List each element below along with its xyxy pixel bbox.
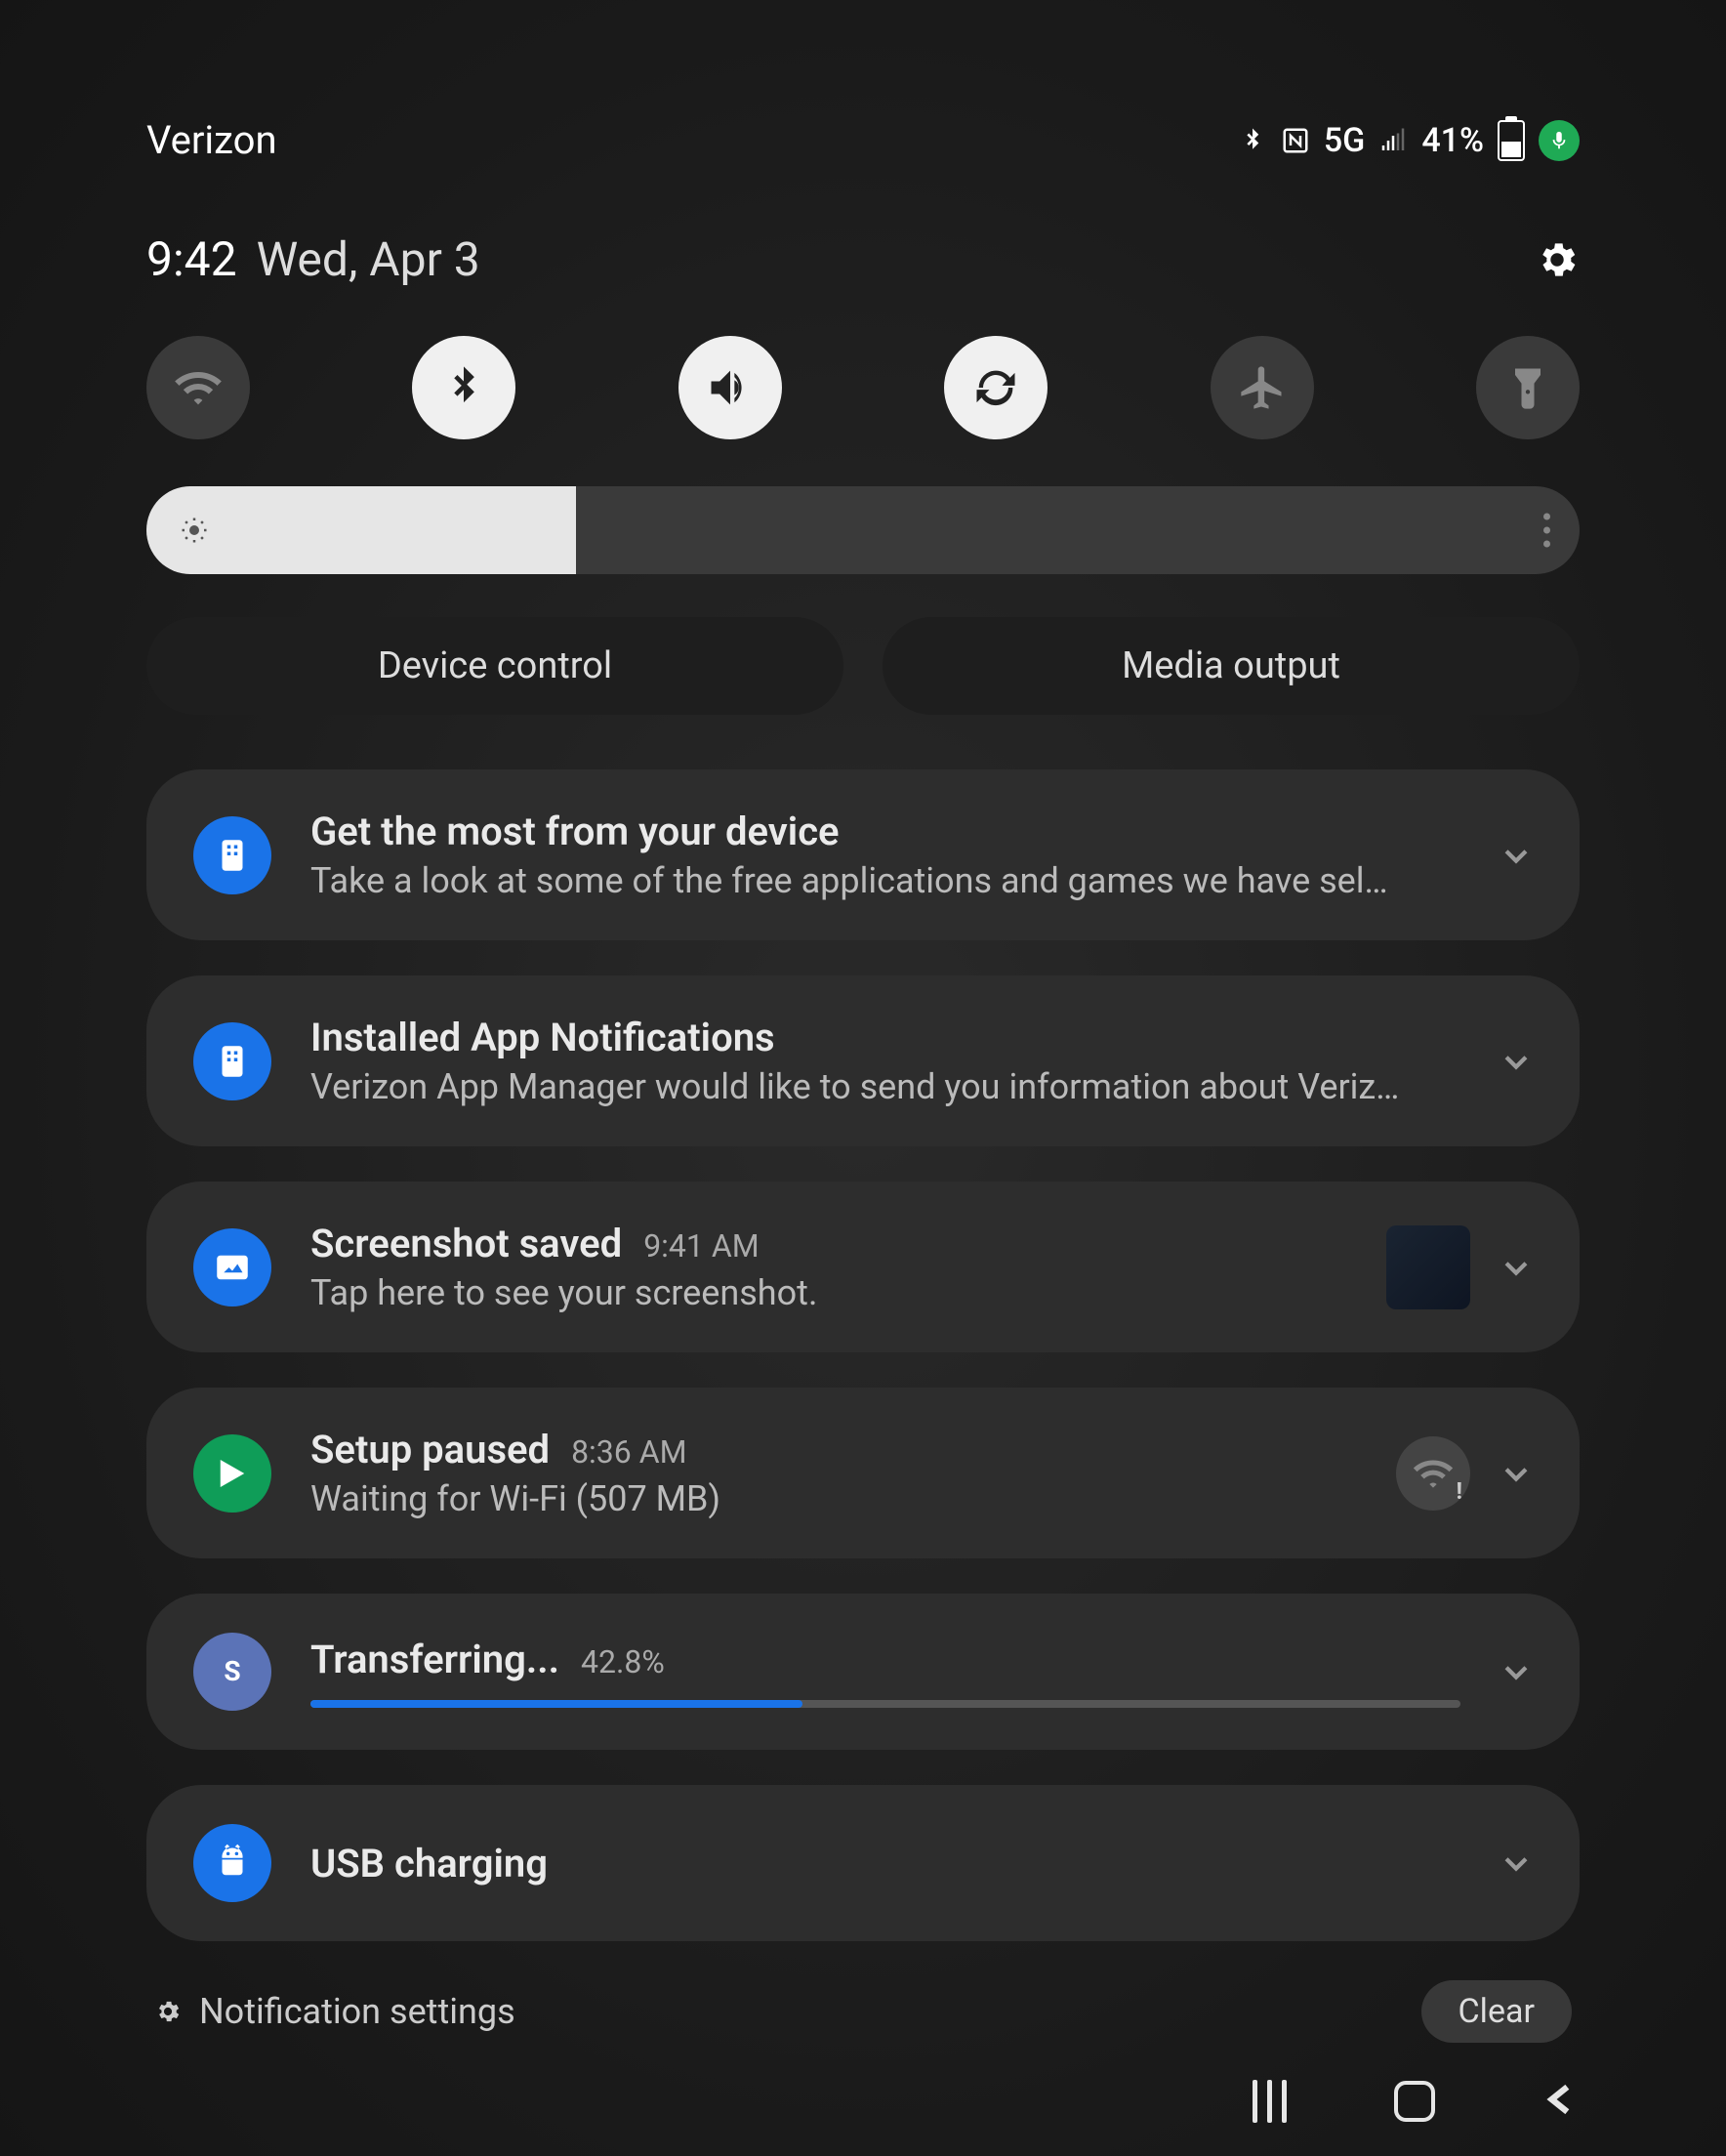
- mic-active-icon: [1539, 120, 1580, 161]
- appgrid-icon: [193, 816, 271, 894]
- notification-item[interactable]: Setup paused 8:36 AM Waiting for Wi-Fi (…: [146, 1388, 1580, 1558]
- chevron-down-icon[interactable]: [1500, 1251, 1533, 1284]
- status-icons: 5G 41%: [1238, 120, 1580, 161]
- quick-toggles: [146, 336, 1580, 439]
- toggle-bluetooth[interactable]: [412, 336, 515, 439]
- device-control-button[interactable]: Device control: [146, 617, 843, 715]
- transfer-progress: [310, 1700, 1460, 1708]
- toggle-sound[interactable]: [678, 336, 782, 439]
- notification-title: Installed App Notifications: [310, 1015, 1460, 1060]
- image-icon: [193, 1228, 271, 1306]
- notification-item[interactable]: Screenshot saved 9:41 AM Tap here to see…: [146, 1182, 1580, 1352]
- notification-desc: Waiting for Wi-Fi (507 MB): [310, 1478, 1357, 1519]
- notification-desc: Verizon App Manager would like to send y…: [310, 1066, 1460, 1107]
- brightness-slider[interactable]: [146, 486, 1580, 574]
- smartswitch-icon: S: [193, 1633, 271, 1711]
- control-buttons: Device control Media output: [146, 617, 1580, 715]
- notification-time: 9:41 AM: [643, 1227, 759, 1265]
- notification-title: USB charging: [310, 1841, 1460, 1886]
- notification-desc: Tap here to see your screenshot.: [310, 1272, 1347, 1313]
- toggle-autorotate[interactable]: [944, 336, 1048, 439]
- nav-back[interactable]: [1542, 2081, 1580, 2122]
- wifi-warning-icon: [1396, 1436, 1470, 1511]
- datetime: 9:42 Wed, Apr 3: [146, 231, 480, 287]
- gear-icon: [154, 1998, 182, 2025]
- chevron-down-icon[interactable]: [1500, 1045, 1533, 1078]
- carrier-label: Verizon: [146, 117, 277, 163]
- svg-text:S: S: [224, 1655, 240, 1687]
- date-label: Wed, Apr 3: [257, 231, 480, 287]
- nav-home[interactable]: [1394, 2081, 1435, 2122]
- notification-title: Get the most from your device: [310, 808, 1460, 854]
- bluetooth-icon: [1238, 126, 1267, 155]
- notification-footer: Notification settings Clear: [146, 1980, 1580, 2043]
- notification-settings-link[interactable]: Notification settings: [154, 1991, 515, 2032]
- notification-settings-label: Notification settings: [199, 1991, 515, 2032]
- chevron-down-icon[interactable]: [1500, 839, 1533, 872]
- notification-percent: 42.8%: [581, 1643, 665, 1680]
- battery-percent: 41%: [1421, 121, 1484, 160]
- toggle-airplane[interactable]: [1211, 336, 1314, 439]
- notification-item[interactable]: Get the most from your device Take a loo…: [146, 769, 1580, 940]
- navigation-bar: [0, 2080, 1726, 2123]
- notification-title: Transferring...: [310, 1637, 559, 1682]
- play-store-icon: [193, 1434, 271, 1513]
- notification-item[interactable]: S Transferring... 42.8%: [146, 1594, 1580, 1750]
- toggle-wifi[interactable]: [146, 336, 250, 439]
- network-label: 5G: [1324, 121, 1365, 160]
- chevron-down-icon[interactable]: [1500, 1846, 1533, 1880]
- clear-button[interactable]: Clear: [1421, 1980, 1572, 2043]
- nfc-icon: [1281, 126, 1310, 155]
- notification-item[interactable]: USB charging: [146, 1785, 1580, 1941]
- battery-icon: [1498, 120, 1525, 161]
- chevron-down-icon[interactable]: [1500, 1457, 1533, 1490]
- screenshot-thumbnail[interactable]: [1386, 1225, 1470, 1309]
- appgrid-icon: [193, 1022, 271, 1100]
- notification-desc: Take a look at some of the free applicat…: [310, 860, 1460, 901]
- signal-icon: [1378, 126, 1408, 155]
- notification-title: Setup paused: [310, 1427, 550, 1472]
- settings-icon[interactable]: [1535, 237, 1580, 282]
- time-label: 9:42: [146, 231, 237, 287]
- nav-recents[interactable]: [1253, 2080, 1287, 2123]
- notification-title: Screenshot saved: [310, 1221, 622, 1266]
- brightness-icon: [180, 516, 209, 545]
- notification-time: 8:36 AM: [571, 1433, 686, 1471]
- brightness-menu-icon[interactable]: [1543, 514, 1550, 548]
- notification-list: Get the most from your device Take a loo…: [146, 769, 1580, 1941]
- toggle-flashlight[interactable]: [1476, 336, 1580, 439]
- media-output-button[interactable]: Media output: [883, 617, 1580, 715]
- android-icon: [193, 1824, 271, 1902]
- chevron-down-icon[interactable]: [1500, 1655, 1533, 1688]
- statusbar: Verizon 5G 41%: [146, 117, 1580, 163]
- notification-item[interactable]: Installed App Notifications Verizon App …: [146, 975, 1580, 1146]
- header-row: 9:42 Wed, Apr 3: [146, 231, 1580, 287]
